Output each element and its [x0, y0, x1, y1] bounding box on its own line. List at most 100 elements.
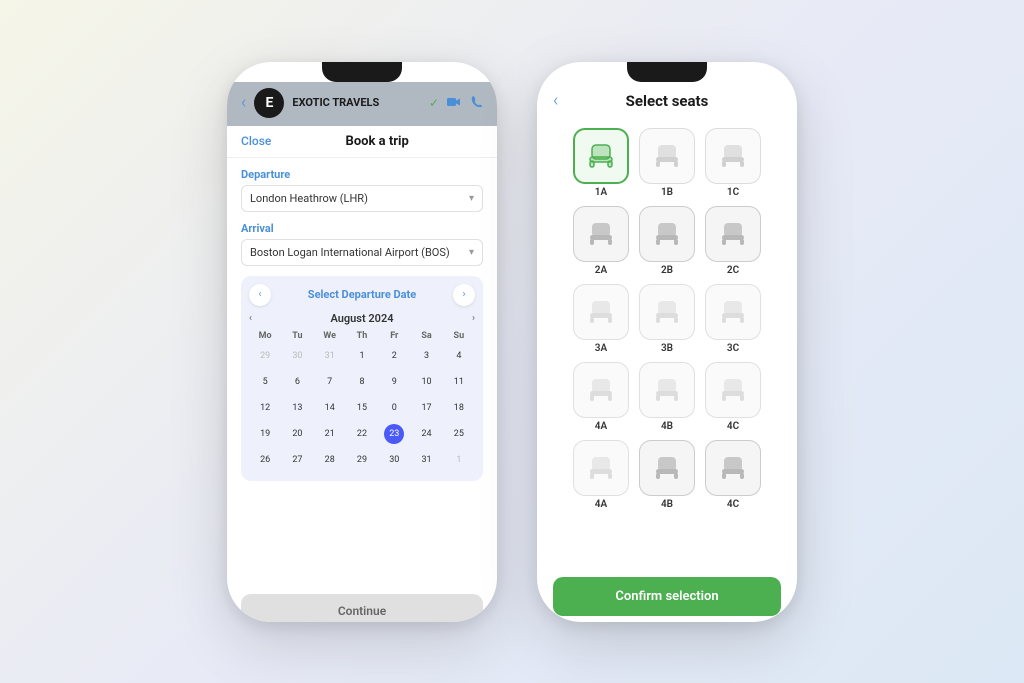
cal-day[interactable]: 1 [443, 447, 475, 473]
cal-day[interactable]: 1 [346, 343, 378, 369]
left-phone: ‹ E EXOTIC TRAVELS ✓ [227, 62, 497, 622]
back-arrow-icon[interactable]: ‹ [241, 92, 246, 113]
seat-label-1C: 1C [727, 187, 739, 198]
seat-box-4B-1[interactable] [639, 362, 695, 418]
cal-day[interactable]: 26 [249, 447, 281, 473]
cal-day[interactable]: 22 [346, 421, 378, 447]
continue-button[interactable]: Continue [241, 594, 483, 622]
seat-box-2C[interactable] [705, 206, 761, 262]
seat-item-2A[interactable]: 2A [573, 206, 629, 276]
cal-day[interactable]: 25 [443, 421, 475, 447]
right-phone: ‹ Select seats [537, 62, 797, 622]
cal-day[interactable]: 20 [281, 421, 313, 447]
seat-item-2C[interactable]: 2C [705, 206, 761, 276]
cal-day[interactable]: 29 [249, 343, 281, 369]
brand-name: EXOTIC TRAVELS [292, 96, 421, 109]
seat-item-3B[interactable]: 3B [639, 284, 695, 354]
booking-content: Departure London Heathrow (LHR) ▾ Arriva… [227, 158, 497, 586]
cal-day[interactable]: 30 [281, 343, 313, 369]
calendar-month-title: August 2024 [330, 312, 393, 325]
seat-label-3C: 3C [727, 343, 739, 354]
seat-row-2: 2A 2B [557, 206, 777, 276]
seat-row-5: 4A 4B [557, 440, 777, 510]
seat-box-4C-2[interactable] [705, 440, 761, 496]
table-row: 12 13 14 15 0 17 18 [249, 395, 475, 421]
cal-day[interactable]: 9 [378, 369, 410, 395]
table-row: 19 20 21 22 23 24 25 [249, 421, 475, 447]
video-icon[interactable] [447, 95, 461, 111]
cal-day[interactable]: 29 [346, 447, 378, 473]
table-row: 26 27 28 29 30 31 1 [249, 447, 475, 473]
cal-dow-mo: Mo [249, 329, 281, 343]
seat-box-3A[interactable] [573, 284, 629, 340]
seat-box-3C[interactable] [705, 284, 761, 340]
cal-day-selected[interactable]: 23 [378, 421, 410, 447]
seat-item-4A-2[interactable]: 4A [573, 440, 629, 510]
cal-day[interactable]: 28 [314, 447, 346, 473]
cal-prev-button[interactable]: ‹ [249, 284, 271, 306]
seat-item-4C-1[interactable]: 4C [705, 362, 761, 432]
cal-day[interactable]: 12 [249, 395, 281, 421]
confirm-selection-button[interactable]: Confirm selection [553, 577, 781, 616]
seat-back-arrow-icon[interactable]: ‹ [553, 90, 558, 111]
seat-grid: 1A 1B [537, 118, 797, 571]
cal-day[interactable]: 2 [378, 343, 410, 369]
seat-item-1B[interactable]: 1B [639, 128, 695, 198]
cal-day[interactable]: 14 [314, 395, 346, 421]
arrival-field[interactable]: Boston Logan International Airport (BOS)… [241, 239, 483, 266]
seat-box-2B[interactable] [639, 206, 695, 262]
cal-day[interactable]: 8 [346, 369, 378, 395]
seat-item-1C[interactable]: 1C [705, 128, 761, 198]
cal-day[interactable]: 31 [314, 343, 346, 369]
cal-day[interactable]: 6 [281, 369, 313, 395]
cal-next-button[interactable]: › [453, 284, 475, 306]
seat-item-3C[interactable]: 3C [705, 284, 761, 354]
seat-item-2B[interactable]: 2B [639, 206, 695, 276]
seat-item-4C-2[interactable]: 4C [705, 440, 761, 510]
cal-day[interactable]: 15 [346, 395, 378, 421]
seat-item-4B-1[interactable]: 4B [639, 362, 695, 432]
seat-box-4A-1[interactable] [573, 362, 629, 418]
month-prev-icon[interactable]: ‹ [249, 313, 252, 324]
cal-day[interactable]: 11 [443, 369, 475, 395]
arrival-value: Boston Logan International Airport (BOS) [250, 246, 450, 259]
seat-box-1C[interactable] [705, 128, 761, 184]
seat-label-4A-1: 4A [595, 421, 607, 432]
cal-day[interactable]: 10 [410, 369, 442, 395]
seat-box-3B[interactable] [639, 284, 695, 340]
cal-day[interactable]: 19 [249, 421, 281, 447]
seat-item-4B-2[interactable]: 4B [639, 440, 695, 510]
cal-day[interactable]: 13 [281, 395, 313, 421]
logo-circle: E [254, 88, 284, 118]
arrival-label: Arrival [241, 222, 483, 235]
cal-day[interactable]: 7 [314, 369, 346, 395]
notch-right [627, 62, 707, 82]
seat-box-4B-2[interactable] [639, 440, 695, 496]
cal-day[interactable]: 3 [410, 343, 442, 369]
seat-row-3: 3A 3B [557, 284, 777, 354]
close-button[interactable]: Close [241, 134, 271, 148]
seat-item-4A-1[interactable]: 4A [573, 362, 629, 432]
phone-icon[interactable] [471, 95, 483, 111]
verified-badge-icon: ✓ [429, 96, 439, 110]
cal-dow-su: Su [443, 329, 475, 343]
seat-box-4A-2[interactable] [573, 440, 629, 496]
seat-item-3A[interactable]: 3A [573, 284, 629, 354]
cal-day[interactable]: 4 [443, 343, 475, 369]
cal-day[interactable]: 21 [314, 421, 346, 447]
seat-box-2A[interactable] [573, 206, 629, 262]
cal-day[interactable]: 18 [443, 395, 475, 421]
cal-day[interactable]: 0 [378, 395, 410, 421]
seat-box-4C-1[interactable] [705, 362, 761, 418]
cal-day[interactable]: 31 [410, 447, 442, 473]
cal-day[interactable]: 5 [249, 369, 281, 395]
seat-box-1A[interactable] [573, 128, 629, 184]
departure-field[interactable]: London Heathrow (LHR) ▾ [241, 185, 483, 212]
cal-day[interactable]: 27 [281, 447, 313, 473]
cal-day[interactable]: 30 [378, 447, 410, 473]
seat-box-1B[interactable] [639, 128, 695, 184]
cal-day[interactable]: 17 [410, 395, 442, 421]
cal-day[interactable]: 24 [410, 421, 442, 447]
month-next-icon[interactable]: › [472, 313, 475, 324]
seat-item-1A[interactable]: 1A [573, 128, 629, 198]
